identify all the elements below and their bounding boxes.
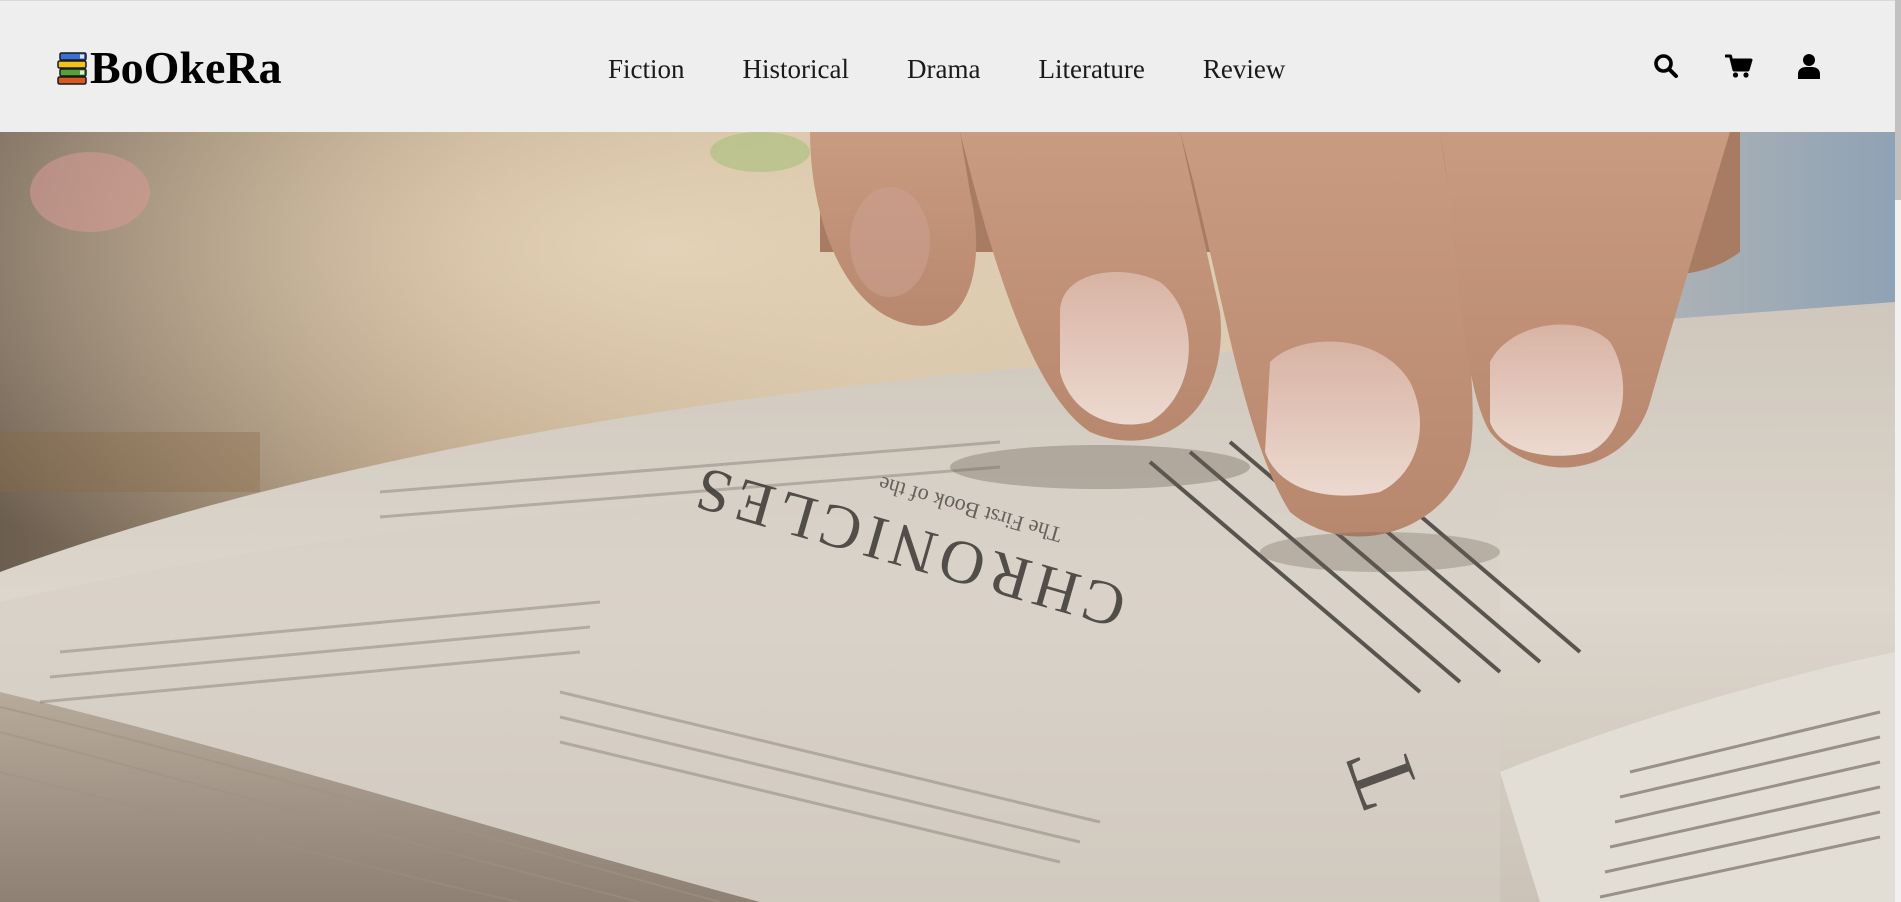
hand-on-book-photo: CHRONICLES The First Book of the T (0, 132, 1895, 902)
brand-logo-link[interactable]: BoOkeRa (56, 43, 282, 93)
nav-item-fiction[interactable]: Fiction (608, 49, 685, 89)
hero-image: CHRONICLES The First Book of the T (0, 132, 1895, 902)
search-icon[interactable] (1653, 53, 1679, 79)
nav-item-review[interactable]: Review (1203, 49, 1285, 89)
page: BoOkeRa Fiction Historical Drama Literat… (0, 0, 1901, 902)
user-icon[interactable] (1797, 53, 1823, 79)
nav-item-drama[interactable]: Drama (907, 49, 980, 89)
stacked-books-icon (56, 51, 90, 87)
nav-item-literature[interactable]: Literature (1038, 49, 1144, 89)
scrollbar-thumb[interactable] (1895, 0, 1901, 200)
nav-item-historical[interactable]: Historical (743, 49, 849, 89)
cart-icon[interactable] (1724, 53, 1753, 79)
page-scrollbar[interactable] (1895, 0, 1901, 902)
site-header: BoOkeRa Fiction Historical Drama Literat… (0, 0, 1895, 132)
header-actions (1653, 53, 1823, 79)
brand-name: BoOkeRa (90, 42, 282, 93)
main-nav: Fiction Historical Drama Literature Revi… (608, 49, 1343, 89)
